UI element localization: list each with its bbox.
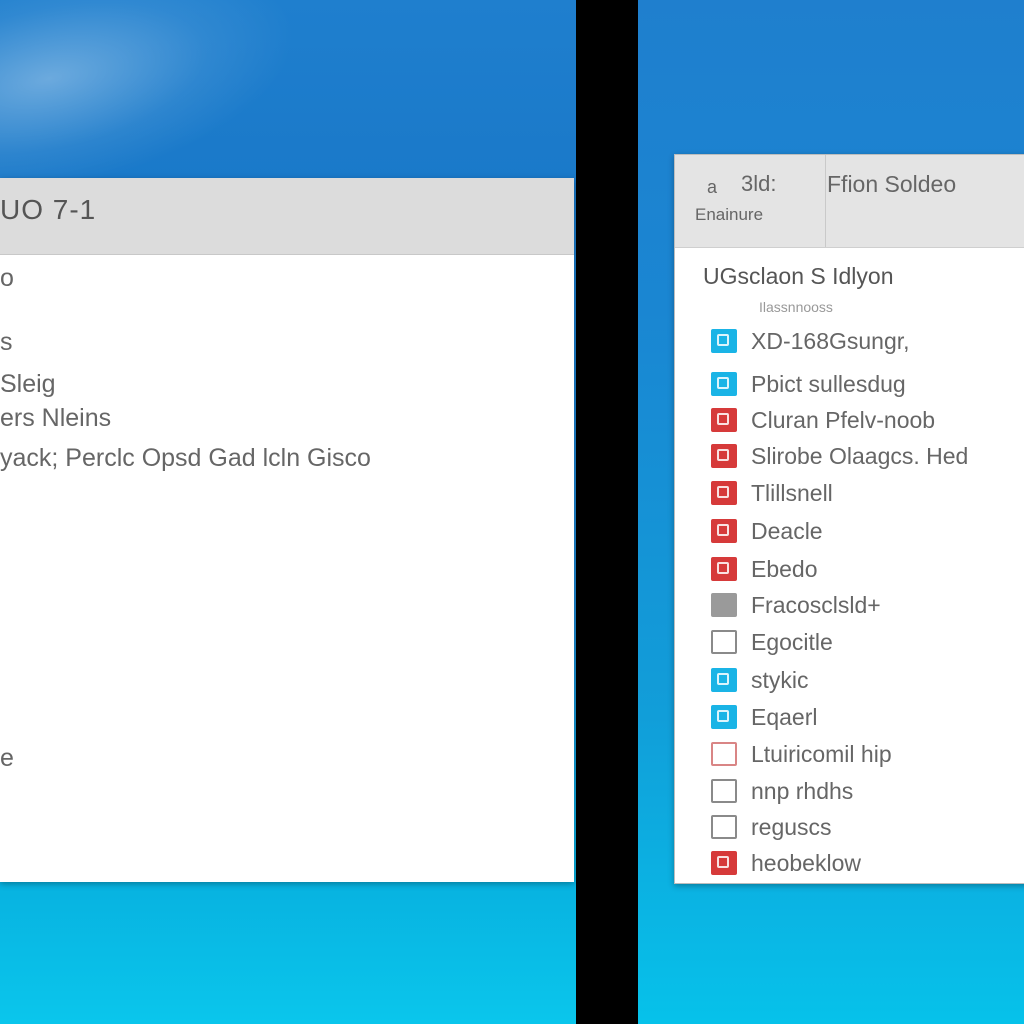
desktop-background-left: UO 7-1 o s Sleig ers Nleins yack; Perclc… (0, 0, 576, 1024)
list-item[interactable]: Slirobe Olaagcs. Hed (711, 441, 968, 471)
red-icon (711, 851, 737, 875)
cyan-icon (711, 705, 737, 729)
red-icon (711, 408, 737, 432)
list-subheading: Ilassnnooss (759, 299, 833, 315)
list-item[interactable]: Eqaerl (711, 702, 817, 732)
toolbar-title: Ffion Soldeo (827, 171, 957, 197)
list-heading: UGsclaon S Idlyon (703, 263, 894, 289)
list-item[interactable]: nnp rhdhs (711, 776, 853, 806)
left-window-line: s (0, 328, 13, 356)
left-window-line: Sleig (0, 370, 56, 398)
left-window-line: e (0, 744, 14, 772)
left-window-titlebar[interactable]: UO 7-1 (0, 178, 574, 255)
list-item[interactable]: Deacle (711, 516, 823, 546)
red-icon (711, 519, 737, 543)
cyan-icon (711, 329, 737, 353)
red-icon (711, 742, 737, 766)
cyan-icon (711, 668, 737, 692)
list-item-label: stykic (751, 666, 809, 693)
left-window[interactable]: UO 7-1 o s Sleig ers Nleins yack; Perclc… (0, 178, 574, 882)
list-item[interactable]: Pbict sullesdug (711, 369, 906, 399)
list-item[interactable]: Cluran Pfelv-noob (711, 405, 935, 435)
right-window-toolbar[interactable]: a 3ld: Enainure Ffion Soldeo (675, 155, 1024, 248)
list-item-label: Pbict sullesdug (751, 370, 906, 397)
list-item[interactable]: heobeklow (711, 848, 861, 878)
cyan-icon (711, 372, 737, 396)
list-item-label: nnp rhdhs (751, 777, 854, 804)
list-item-label: Slirobe Olaagcs. Hed (751, 442, 969, 469)
list-item[interactable]: reguscs (711, 812, 832, 842)
list-item-label: Cluran Pfelv-noob (751, 406, 936, 433)
list-item[interactable]: Ltuiricomil hip (711, 739, 892, 769)
list-item[interactable]: Egocitle (711, 627, 833, 657)
list-item[interactable]: Tlillsnell (711, 478, 833, 508)
left-window-line: o (0, 264, 14, 292)
list-item-label: Eqaerl (751, 703, 818, 730)
list-item-label: XD-168Gsungr, (751, 327, 910, 354)
list-item[interactable]: XD-168Gsungr, (711, 326, 910, 356)
list-item[interactable]: Ebedo (711, 554, 818, 584)
toolbar-separator (825, 155, 826, 247)
outline-icon (711, 779, 737, 803)
list-item-label: Tlillsnell (751, 479, 833, 506)
list-item-label: Ebedo (751, 555, 818, 582)
red-icon (711, 557, 737, 581)
toolbar-label-a: a (707, 177, 718, 197)
left-window-title: UO 7-1 (0, 194, 97, 225)
list-item-label: Ltuiricomil hip (751, 740, 892, 767)
outline-icon (711, 815, 737, 839)
red-icon (711, 481, 737, 505)
monitor-divider (576, 0, 638, 1024)
list-item-label: Deacle (751, 517, 823, 544)
list-item-label: Fracosclsld+ (751, 591, 881, 618)
outline-icon (711, 630, 737, 654)
left-window-line: ers Nleins (0, 404, 112, 432)
left-window-line: yack; Perclc Opsd Gad lcln Gisco (0, 444, 371, 472)
red-icon (711, 444, 737, 468)
list-item-label: reguscs (751, 813, 832, 840)
gray-icon (711, 593, 737, 617)
list-item-label: Egocitle (751, 628, 833, 655)
right-window[interactable]: a 3ld: Enainure Ffion Soldeo UGsclaon S … (674, 154, 1024, 884)
toolbar-label-c[interactable]: Enainure (695, 205, 763, 225)
list-item-label: heobeklow (751, 849, 861, 876)
toolbar-label-b[interactable]: 3ld: (741, 171, 776, 197)
screen: UO 7-1 o s Sleig ers Nleins yack; Perclc… (0, 0, 1024, 1024)
list-item[interactable]: stykic (711, 665, 809, 695)
list-item[interactable]: Fracosclsld+ (711, 590, 881, 620)
